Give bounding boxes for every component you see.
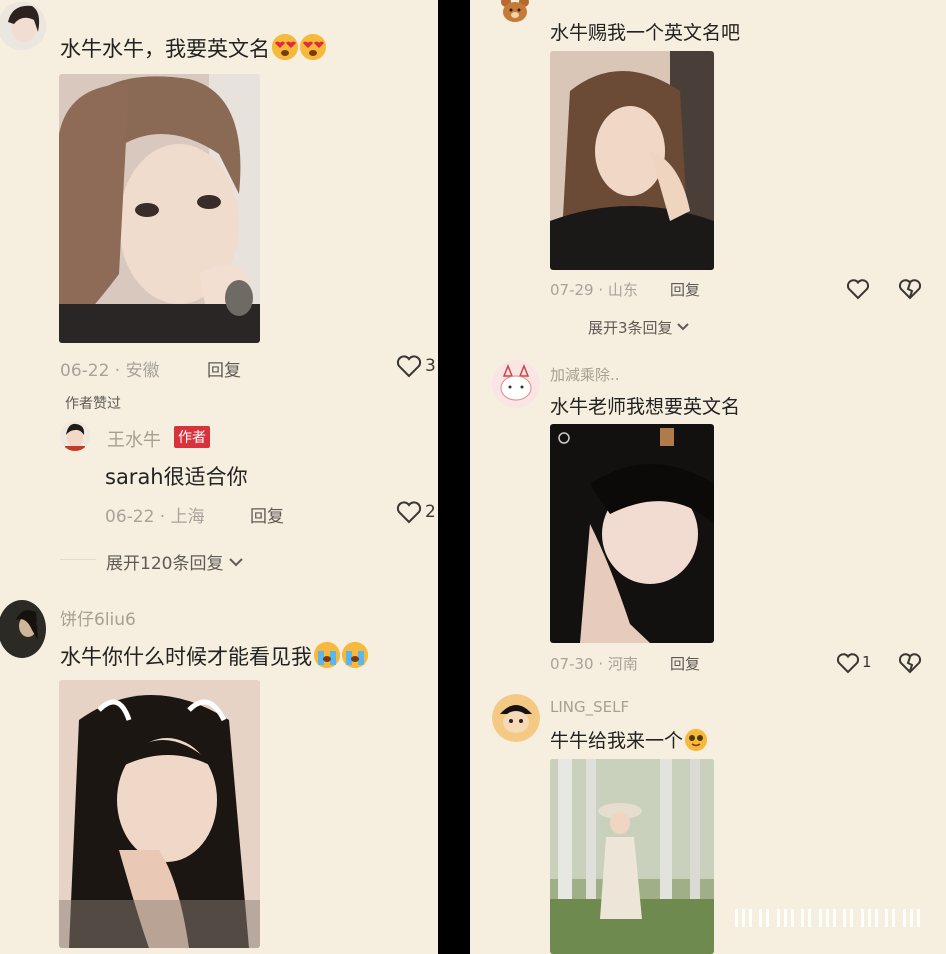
left-comment-panel: 水牛水牛，我要英文名 06-22 · 安徽 回复 3 作者赞过 王水牛 作者 s…: [0, 0, 438, 954]
avatar[interactable]: [492, 360, 540, 408]
author-liked-label: 作者赞过: [65, 396, 121, 412]
portrait-photo-graphic: [59, 74, 260, 343]
cat-avatar-icon: [492, 360, 540, 408]
broken-heart-icon[interactable]: [898, 278, 922, 300]
chevron-down-icon: [677, 323, 690, 331]
like-count: 3: [425, 356, 436, 376]
portrait-photo-graphic: [59, 680, 260, 948]
comment-text: 水牛你什么时候才能看见我: [60, 641, 368, 671]
avatar[interactable]: [492, 694, 540, 742]
comment-meta: 06-22 · 安徽: [60, 361, 160, 381]
avatar[interactable]: [498, 0, 532, 26]
comment-photo[interactable]: [550, 424, 714, 643]
reply-button[interactable]: 回复: [250, 502, 284, 527]
reply-button[interactable]: 回复: [207, 356, 241, 381]
author-name[interactable]: 王水牛: [107, 426, 161, 452]
right-comment-panel: 水牛赐我一个英文名吧 07-29 · 山东 回复 展开3条回复 加減乘除.. 水…: [470, 0, 946, 954]
comment-photo[interactable]: [550, 51, 714, 270]
comment-meta: 07-29 · 山东: [550, 281, 638, 299]
comment-text: 水牛赐我一个英文名吧: [550, 22, 741, 44]
reply-button[interactable]: 回复: [670, 279, 700, 300]
heart-outline-icon[interactable]: [836, 652, 860, 674]
author-badge: 作者: [174, 426, 210, 448]
expand-replies-button[interactable]: 展开120条回复: [106, 549, 243, 574]
author-avatar[interactable]: [60, 421, 90, 451]
avatar[interactable]: [0, 2, 46, 50]
reply-text: sarah很适合你: [105, 465, 248, 489]
comment-text: 水牛水牛，我要英文名: [60, 33, 326, 63]
watermark-logo: [735, 905, 930, 931]
comment-photo[interactable]: [59, 74, 260, 343]
like-count: 1: [862, 653, 872, 671]
commenter-name[interactable]: LING_SELF: [550, 698, 629, 716]
crying-emoji-icon: [342, 642, 368, 668]
comment-meta: 07-30 · 河南: [550, 655, 638, 673]
comment-photo[interactable]: [59, 680, 260, 948]
avatar[interactable]: [0, 600, 46, 658]
heart-outline-icon[interactable]: [396, 354, 422, 378]
commenter-name[interactable]: 加減乘除..: [550, 364, 620, 385]
comment-text: 水牛老师我想要英文名: [550, 396, 741, 418]
commenter-name[interactable]: 饼仔6liu6: [60, 605, 136, 630]
avatar-portrait-icon: [0, 600, 46, 658]
chevron-down-icon: [229, 558, 243, 567]
heart-eyes-emoji-icon: [300, 34, 326, 60]
divider-line: [60, 559, 96, 560]
expand-replies-button[interactable]: 展开3条回复: [588, 317, 690, 338]
broken-heart-icon[interactable]: [898, 652, 922, 674]
sunglasses-emoji-icon: [685, 729, 708, 751]
portrait-photo-graphic: [550, 51, 714, 270]
heart-outline-icon[interactable]: [846, 278, 870, 300]
comment-text: 牛牛给我来一个: [550, 726, 708, 753]
portrait-photo-graphic: [550, 424, 714, 643]
avatar-portrait-icon: [0, 2, 46, 50]
reply-button[interactable]: 回复: [670, 653, 700, 674]
crying-emoji-icon: [314, 642, 340, 668]
bear-avatar-icon: [498, 0, 532, 26]
comment-photo[interactable]: [550, 759, 714, 954]
like-count: 2: [425, 502, 436, 522]
heart-outline-icon[interactable]: [396, 500, 422, 524]
watermark-bars-icon: [735, 909, 920, 927]
cartoon-avatar-icon: [492, 694, 540, 742]
forest-photo-graphic: [550, 759, 714, 954]
reply-meta: 06-22 · 上海: [105, 507, 205, 527]
avatar-portrait-icon: [60, 421, 90, 451]
heart-eyes-emoji-icon: [272, 34, 298, 60]
